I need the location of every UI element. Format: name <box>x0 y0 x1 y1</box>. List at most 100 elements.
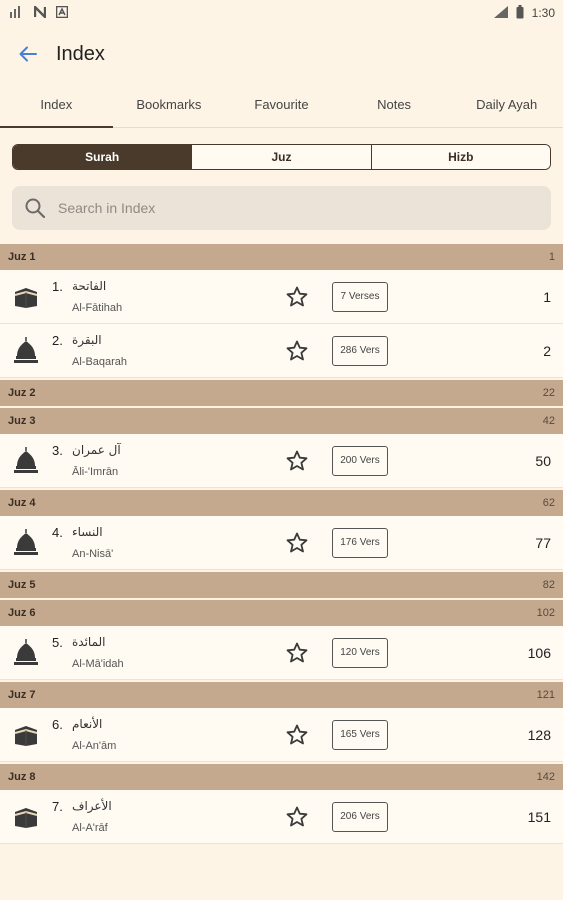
battery-icon <box>516 4 524 22</box>
star-icon[interactable] <box>282 449 312 473</box>
status-bar: 1:30 <box>0 0 563 26</box>
surah-arabic-name: الفاتحة <box>72 278 107 293</box>
juz-header[interactable]: Juz 3 42 <box>0 406 563 434</box>
juz-label: Juz 5 <box>8 579 36 591</box>
surah-arabic-name: الأعراف <box>72 798 112 813</box>
surah-names: 6. الأنعام Al-An'ām <box>52 708 262 762</box>
surah-row[interactable]: 2. البقرة Al-Baqarah 286 Vers 2 <box>0 324 563 378</box>
juz-header[interactable]: Juz 5 82 <box>0 570 563 598</box>
surah-latin-name: Al-An'ām <box>72 739 117 752</box>
surah-row[interactable]: 6. الأنعام Al-An'ām 165 Vers 128 <box>0 708 563 762</box>
juz-header[interactable]: Juz 6 102 <box>0 598 563 626</box>
cell-signal-icon <box>493 5 508 21</box>
surah-number: 7. <box>52 798 63 814</box>
surah-row[interactable]: 1. الفاتحة Al-Fātihah 7 Verses 1 <box>0 270 563 324</box>
surah-number: 2. <box>52 332 63 348</box>
juz-header[interactable]: Juz 7 121 <box>0 680 563 708</box>
juz-label: Juz 8 <box>8 771 36 783</box>
signal-icon <box>10 5 24 21</box>
surah-row[interactable]: 5. المائدة Al-Mā'idah 120 Vers 106 <box>0 626 563 680</box>
juz-header[interactable]: Juz 2 22 <box>0 378 563 406</box>
verses-count-button[interactable]: 165 Vers <box>332 719 388 750</box>
juz-label: Juz 2 <box>8 387 36 399</box>
kaaba-icon <box>0 724 52 746</box>
clock: 1:30 <box>531 6 555 20</box>
juz-page: 102 <box>536 607 555 619</box>
juz-label: Juz 4 <box>8 497 36 509</box>
index-list: Juz 1 1 1. الفاتحة Al-Fātihah 7 Verses 1 2. البق… <box>0 242 563 844</box>
surah-latin-name: Al-Mā'idah <box>72 657 124 670</box>
surah-row[interactable]: 3. آل عمران Āli-'Imrān 200 Vers 50 <box>0 434 563 488</box>
mosque-icon <box>0 638 52 668</box>
verses-count-button[interactable]: 176 Vers <box>332 527 388 558</box>
surah-page: 50 <box>535 452 551 469</box>
surah-names: 3. آل عمران Āli-'Imrān <box>52 434 262 488</box>
mosque-icon <box>0 528 52 558</box>
verses-count-button[interactable]: 286 Vers <box>332 335 388 366</box>
juz-label: Juz 6 <box>8 607 36 619</box>
surah-latin-name: Āli-'Imrān <box>72 465 119 478</box>
juz-page: 82 <box>542 579 555 591</box>
navigation-bar <box>0 854 563 900</box>
segment-hizb[interactable]: Hizb <box>370 145 550 169</box>
surah-page: 2 <box>543 342 551 359</box>
star-icon[interactable] <box>282 285 312 309</box>
tab-notes[interactable]: Notes <box>338 82 451 127</box>
surah-row[interactable]: 7. الأعراف Al-A'rāf 206 Vers 151 <box>0 790 563 844</box>
segment-control: Surah Juz Hizb <box>12 144 551 170</box>
app-bar: Index <box>0 26 563 82</box>
tab-bar: Index Bookmarks Favourite Notes Daily Ay… <box>0 82 563 128</box>
surah-number: 5. <box>52 634 63 650</box>
surah-row[interactable]: 4. النساء An-Nisā' 176 Vers 77 <box>0 516 563 570</box>
page-title: Index <box>56 42 105 65</box>
surah-arabic-name: المائدة <box>72 634 106 649</box>
kaaba-icon <box>0 286 52 308</box>
surah-number: 6. <box>52 716 63 732</box>
surah-page: 128 <box>527 726 551 743</box>
surah-names: 7. الأعراف Al-A'rāf <box>52 790 262 844</box>
juz-label: Juz 7 <box>8 689 36 701</box>
juz-header[interactable]: Juz 4 62 <box>0 488 563 516</box>
surah-number: 1. <box>52 278 63 294</box>
segment-juz[interactable]: Juz <box>191 145 371 169</box>
surah-number: 3. <box>52 442 63 458</box>
surah-number: 4. <box>52 524 63 540</box>
tab-favourite[interactable]: Favourite <box>225 82 338 127</box>
search-icon <box>24 197 46 219</box>
tab-index[interactable]: Index <box>0 82 113 128</box>
surah-latin-name: Al-A'rāf <box>72 821 108 834</box>
surah-page: 151 <box>527 808 551 825</box>
juz-page: 62 <box>542 497 555 509</box>
surah-names: 2. البقرة Al-Baqarah <box>52 324 262 378</box>
surah-latin-name: An-Nisā' <box>72 547 114 560</box>
star-icon[interactable] <box>282 723 312 747</box>
segment-surah[interactable]: Surah <box>13 145 192 169</box>
surah-latin-name: Al-Fātihah <box>72 301 123 314</box>
juz-header[interactable]: Juz 8 142 <box>0 762 563 790</box>
juz-page: 42 <box>542 415 555 427</box>
surah-arabic-name: الأنعام <box>72 716 103 731</box>
verses-count-button[interactable]: 7 Verses <box>332 281 388 312</box>
juz-header[interactable]: Juz 1 1 <box>0 242 563 270</box>
juz-label: Juz 3 <box>8 415 36 427</box>
tab-daily-ayah[interactable]: Daily Ayah <box>450 82 563 127</box>
verses-count-button[interactable]: 206 Vers <box>332 801 388 832</box>
kaaba-icon <box>0 806 52 828</box>
surah-arabic-name: البقرة <box>72 332 102 347</box>
verses-count-button[interactable]: 200 Vers <box>332 445 388 476</box>
verses-count-button[interactable]: 120 Vers <box>332 637 388 668</box>
tab-bookmarks[interactable]: Bookmarks <box>113 82 226 127</box>
juz-page: 121 <box>536 689 555 701</box>
back-arrow-icon[interactable] <box>16 42 40 66</box>
surah-names: 4. النساء An-Nisā' <box>52 516 262 570</box>
star-icon[interactable] <box>282 805 312 829</box>
surah-names: 1. الفاتحة Al-Fātihah <box>52 270 262 324</box>
juz-page: 142 <box>536 771 555 783</box>
star-icon[interactable] <box>282 339 312 363</box>
search-box[interactable] <box>12 186 551 230</box>
star-icon[interactable] <box>282 641 312 665</box>
mosque-icon <box>0 336 52 366</box>
juz-label: Juz 1 <box>8 251 36 263</box>
search-input[interactable] <box>58 200 551 216</box>
star-icon[interactable] <box>282 531 312 555</box>
